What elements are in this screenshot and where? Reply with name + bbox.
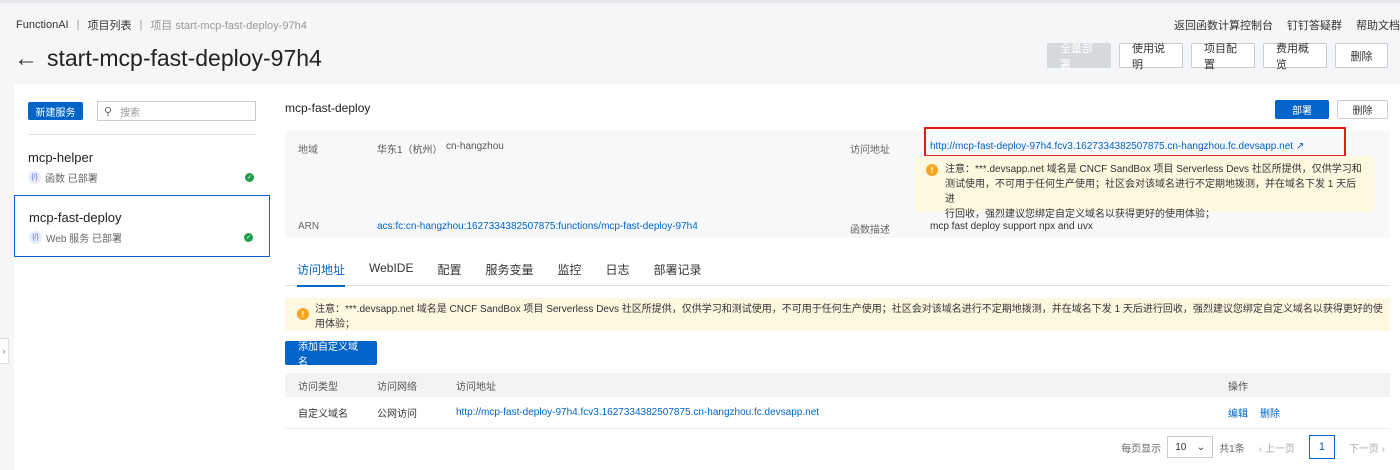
search-icon: ⚲ bbox=[104, 105, 112, 118]
page-number-button[interactable]: 1 bbox=[1309, 435, 1335, 459]
service-title: mcp-fast-deploy bbox=[285, 101, 370, 115]
new-service-button[interactable]: 新建服务 bbox=[28, 102, 83, 120]
back-to-fc-console-link[interactable]: 返回函数计算控制台 bbox=[1174, 17, 1273, 33]
back-arrow-icon[interactable]: ← bbox=[14, 47, 38, 71]
url-label: 访问地址 bbox=[850, 141, 890, 156]
per-page-label: 每页显示 bbox=[1121, 440, 1161, 455]
service-name: mcp-helper bbox=[28, 150, 93, 165]
service-tabs: 访问地址 WebIDE 配置 服务变量 监控 日志 部署记录 bbox=[285, 253, 1390, 286]
dingtalk-group-link[interactable]: 钉钉答疑群 bbox=[1287, 17, 1342, 33]
breadcrumb-projects[interactable]: 项目列表 bbox=[87, 17, 131, 33]
breadcrumb-separator: | bbox=[77, 19, 80, 31]
arn-label: ARN bbox=[298, 221, 319, 232]
arn-link[interactable]: acs:fc:cn-hangzhou:1627334382507875:func… bbox=[377, 221, 698, 232]
cell-type: 自定义域名 bbox=[298, 397, 348, 428]
edit-link[interactable]: 编辑 bbox=[1228, 397, 1248, 428]
table-row: 自定义域名 公网访问 http://mcp-fast-deploy-97h4.f… bbox=[285, 397, 1390, 429]
region-value: 华东1（杭州） bbox=[377, 141, 443, 156]
divider bbox=[28, 134, 256, 135]
cell-network: 公网访问 bbox=[377, 397, 417, 428]
chevron-down-icon: ⌄ bbox=[1197, 442, 1205, 453]
tab-monitoring[interactable]: 监控 bbox=[546, 253, 594, 286]
service-meta: {/} 函数 已部署 bbox=[28, 170, 98, 185]
top-bar: FunctionAI | 项目列表 | 项目 start-mcp-fast-de… bbox=[0, 0, 1400, 84]
warning-icon: ! bbox=[926, 164, 938, 176]
service-item-mcp-helper[interactable]: mcp-helper {/} 函数 已部署 ✓ bbox=[14, 136, 270, 196]
notice-text: 注意：***.devsapp.net 域名是 CNCF SandBox 项目 S… bbox=[315, 300, 1390, 330]
tab-logs[interactable]: 日志 bbox=[594, 253, 642, 286]
deploy-button[interactable]: 部署 bbox=[1275, 100, 1329, 119]
access-url-table: 访问类型 访问网络 访问地址 操作 自定义域名 公网访问 http://mcp-… bbox=[285, 373, 1390, 429]
prev-page-button[interactable]: ‹ 上一页 bbox=[1259, 440, 1295, 455]
tab-deploy-history[interactable]: 部署记录 bbox=[642, 253, 714, 286]
column-header-network: 访问网络 bbox=[377, 373, 417, 397]
search-placeholder: 搜索 bbox=[120, 104, 140, 119]
tab-env-vars[interactable]: 服务变量 bbox=[474, 253, 546, 286]
description-label: 函数描述 bbox=[850, 221, 890, 236]
warning-icon: ! bbox=[297, 308, 309, 320]
chevron-left-icon: ‹ bbox=[1259, 444, 1262, 455]
deployed-check-icon: ✓ bbox=[245, 173, 254, 182]
usage-guide-button[interactable]: 使用说明 bbox=[1119, 43, 1183, 68]
page-title: start-mcp-fast-deploy-97h4 bbox=[47, 45, 322, 72]
devsapp-notice-small: ! 注意：***.devsapp.net 域名是 CNCF SandBox 项目… bbox=[915, 156, 1375, 212]
service-status: 已部署 bbox=[68, 170, 98, 185]
highlight-box bbox=[924, 127, 1346, 157]
service-type: 函数 bbox=[45, 170, 65, 185]
breadcrumb-root[interactable]: FunctionAI bbox=[16, 19, 69, 31]
breadcrumb: FunctionAI | 项目列表 | 项目 start-mcp-fast-de… bbox=[16, 17, 307, 33]
service-name: mcp-fast-deploy bbox=[29, 210, 121, 225]
header-actions: 全量部署 使用说明 项目配置 费用概览 删除 bbox=[1039, 43, 1388, 68]
region-code: cn-hangzhou bbox=[446, 141, 504, 152]
service-type: Web 服务 bbox=[46, 230, 89, 245]
service-status: 已部署 bbox=[92, 230, 122, 245]
notice-line: 注意：***.devsapp.net 域名是 CNCF SandBox 项目 S… bbox=[945, 162, 1365, 177]
devsapp-notice: ! 注意：***.devsapp.net 域名是 CNCF SandBox 项目… bbox=[285, 298, 1390, 331]
breadcrumb-current: 项目 start-mcp-fast-deploy-97h4 bbox=[150, 17, 307, 33]
service-actions: 部署 删除 bbox=[1267, 100, 1388, 119]
sidebar-collapse-chevron-icon[interactable]: › bbox=[0, 338, 9, 364]
chevron-right-icon: › bbox=[1382, 444, 1385, 455]
breadcrumb-separator: | bbox=[139, 19, 142, 31]
column-header-ops: 操作 bbox=[1228, 373, 1248, 397]
help-docs-link[interactable]: 帮助文档 bbox=[1356, 17, 1400, 33]
next-page-button[interactable]: 下一页 › bbox=[1349, 440, 1385, 455]
delete-link[interactable]: 删除 bbox=[1260, 397, 1280, 428]
notice-line: 测试使用，不可用于任何生产使用；社区会对该域名进行不定期地拨测，并在域名下发 1… bbox=[945, 177, 1365, 207]
column-header-url: 访问地址 bbox=[456, 373, 496, 397]
delete-project-button[interactable]: 删除 bbox=[1335, 43, 1388, 68]
cost-overview-button[interactable]: 费用概览 bbox=[1263, 43, 1327, 68]
per-page-value: 10 bbox=[1175, 442, 1186, 453]
top-links: 返回函数计算控制台 钉钉答疑群 帮助文档 bbox=[1160, 17, 1400, 33]
delete-service-button[interactable]: 删除 bbox=[1337, 100, 1388, 119]
description-value: mcp fast deploy support npx and uvx bbox=[930, 221, 1093, 232]
cell-url-link[interactable]: http://mcp-fast-deploy-97h4.fcv3.1627334… bbox=[456, 397, 819, 428]
prev-page-label: 上一页 bbox=[1265, 444, 1295, 455]
service-sidebar: 新建服务 ⚲ 搜索 mcp-helper {/} 函数 已部署 ✓ mcp-fa… bbox=[14, 84, 270, 470]
table-header: 访问类型 访问网络 访问地址 操作 bbox=[285, 373, 1390, 397]
search-input[interactable]: ⚲ 搜索 bbox=[97, 101, 256, 121]
tab-config[interactable]: 配置 bbox=[425, 253, 473, 286]
project-config-button[interactable]: 项目配置 bbox=[1191, 43, 1255, 68]
deploy-all-button[interactable]: 全量部署 bbox=[1047, 43, 1111, 68]
service-detail-panel: mcp-fast-deploy 部署 删除 地域 华东1（杭州） cn-hang… bbox=[270, 84, 1400, 470]
function-icon: {/} bbox=[28, 171, 41, 184]
add-custom-domain-button[interactable]: 添加自定义域名 bbox=[285, 341, 377, 365]
tab-access-url[interactable]: 访问地址 bbox=[285, 253, 357, 286]
web-service-icon: {/} bbox=[29, 231, 42, 244]
deployed-check-icon: ✓ bbox=[244, 233, 253, 242]
notice-line: 行回收，强烈建议您绑定自定义域名以获得更好的使用体验； bbox=[945, 207, 1365, 222]
service-item-mcp-fast-deploy[interactable]: mcp-fast-deploy {/} Web 服务 已部署 ✓ bbox=[14, 195, 270, 257]
service-meta: {/} Web 服务 已部署 bbox=[29, 230, 122, 245]
next-page-label: 下一页 bbox=[1349, 444, 1379, 455]
tab-webide[interactable]: WebIDE bbox=[357, 253, 425, 286]
per-page-select[interactable]: 10 ⌄ bbox=[1167, 436, 1213, 458]
total-count: 共1条 bbox=[1219, 440, 1245, 455]
pagination: 每页显示 10 ⌄ 共1条 ‹ 上一页 1 下一页 › bbox=[1121, 435, 1385, 459]
region-label: 地域 bbox=[298, 141, 318, 156]
column-header-type: 访问类型 bbox=[298, 373, 338, 397]
